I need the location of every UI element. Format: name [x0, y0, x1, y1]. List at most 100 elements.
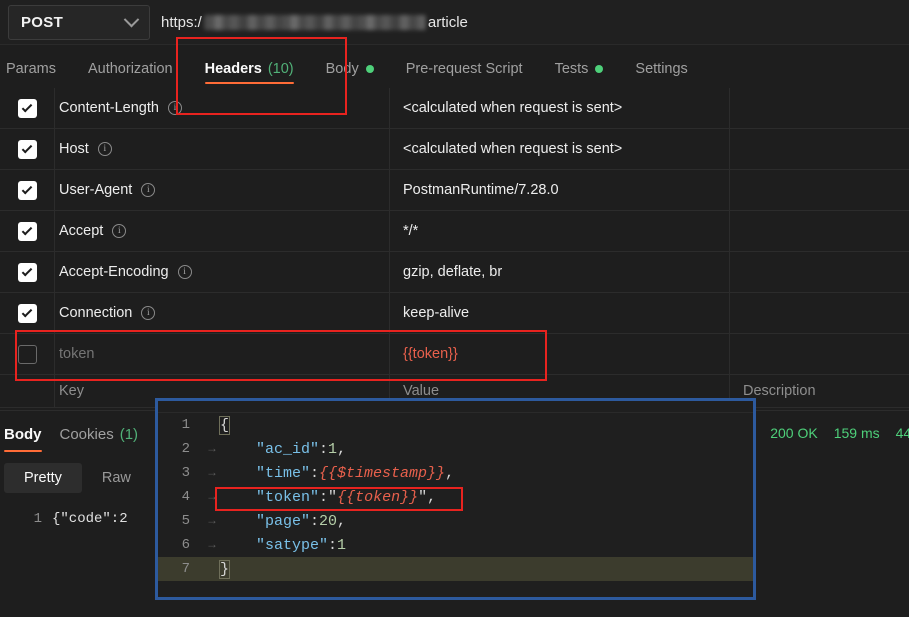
code-fold-marker[interactable]: →	[204, 490, 220, 504]
postman-window: POST https:/ article Params Authorizatio…	[0, 0, 909, 617]
response-tab-body[interactable]: Body	[4, 419, 56, 452]
checkbox-checked-icon[interactable]	[17, 262, 37, 282]
column-header-checkbox-spacer	[0, 374, 55, 408]
column-header-value-label: Value	[403, 383, 440, 399]
tab-authorization[interactable]: Authorization	[72, 45, 189, 92]
info-icon[interactable]: i	[167, 101, 182, 115]
response-tab-cookies[interactable]: Cookies (1)	[60, 419, 153, 449]
row-key-cell[interactable]: token	[55, 333, 390, 375]
tab-settings[interactable]: Settings	[619, 45, 703, 92]
overlay-top-bar	[158, 401, 753, 413]
code-line-text: "token":"{{token}}",	[220, 488, 437, 506]
table-row[interactable]: Connection i keep-alive	[0, 292, 909, 334]
code-line-number: 4	[181, 489, 190, 505]
view-mode-raw[interactable]: Raw	[82, 463, 151, 493]
code-fold-marker[interactable]: →	[204, 466, 220, 480]
http-method-label: POST	[21, 13, 64, 31]
body-modified-dot-icon	[365, 64, 374, 73]
http-method-selector[interactable]: POST	[8, 4, 150, 40]
view-mode-pretty-label: Pretty	[24, 470, 62, 486]
table-row[interactable]: Content-Length i <calculated when reques…	[0, 87, 909, 129]
checkbox-checked-icon[interactable]	[17, 221, 37, 241]
response-line-text: {"code":2	[52, 511, 128, 527]
code-line-text: "ac_id":1,	[220, 440, 347, 458]
header-value: gzip, deflate, br	[403, 264, 503, 280]
row-key-cell[interactable]: User-Agent i	[55, 169, 390, 211]
checkbox-checked-icon[interactable]	[17, 303, 37, 323]
tab-pre-request-script-label: Pre-request Script	[405, 60, 523, 77]
tab-headers[interactable]: Headers (10)	[189, 45, 310, 92]
tab-body[interactable]: Body	[310, 45, 390, 92]
response-tab-strip: Body Cookies (1)	[0, 419, 153, 452]
row-key-cell[interactable]: Accept-Encoding i	[55, 251, 390, 293]
row-checkbox-cell[interactable]	[0, 210, 55, 252]
code-line-token[interactable]: 4 → "token":"{{token}}",	[158, 485, 753, 509]
row-checkbox-cell[interactable]	[0, 333, 55, 375]
table-row[interactable]: Host i <calculated when request is sent>	[0, 128, 909, 170]
row-checkbox-cell[interactable]	[0, 169, 55, 211]
code-line[interactable]: 3 → "time":{{$timestamp}},	[158, 461, 753, 485]
row-description-cell[interactable]	[730, 170, 909, 211]
request-tab-strip: Params Authorization Headers (10) Body P…	[0, 45, 909, 92]
tab-tests[interactable]: Tests	[539, 45, 620, 92]
row-value-cell[interactable]: gzip, deflate, br	[390, 251, 730, 293]
row-value-cell[interactable]: */*	[390, 210, 730, 252]
request-body-code-overlay[interactable]: 1 { 2 → "ac_id":1, 3 → "time":{{$timesta…	[155, 398, 756, 600]
info-icon[interactable]: i	[177, 265, 192, 279]
row-key-cell[interactable]: Host i	[55, 128, 390, 170]
code-fold-marker[interactable]: →	[204, 442, 220, 456]
row-checkbox-cell[interactable]	[0, 128, 55, 170]
checkbox-checked-icon[interactable]	[17, 139, 37, 159]
row-description-cell[interactable]	[730, 129, 909, 170]
row-description-cell[interactable]	[730, 211, 909, 252]
header-value: keep-alive	[403, 305, 470, 321]
checkbox-unchecked-icon[interactable]	[17, 344, 37, 364]
row-checkbox-cell[interactable]	[0, 251, 55, 293]
row-description-cell[interactable]	[730, 252, 909, 293]
table-row-token[interactable]: token {{token}}	[0, 333, 909, 375]
row-description-cell[interactable]	[730, 88, 909, 129]
row-key-cell[interactable]: Accept i	[55, 210, 390, 252]
row-value-cell[interactable]: keep-alive	[390, 292, 730, 334]
row-description-cell[interactable]	[730, 293, 909, 334]
code-line[interactable]: 7 }	[158, 557, 753, 581]
row-checkbox-cell[interactable]	[0, 87, 55, 129]
url-bar: POST https:/ article	[0, 0, 909, 45]
info-icon[interactable]: i	[112, 224, 127, 238]
code-fold-marker[interactable]: →	[204, 514, 220, 528]
code-line[interactable]: 1 {	[158, 413, 753, 437]
table-row[interactable]: Accept-Encoding i gzip, deflate, br	[0, 251, 909, 293]
row-key-cell[interactable]: Content-Length i	[55, 87, 390, 129]
code-line-number: 3	[181, 465, 190, 481]
row-value-cell[interactable]: {{token}}	[390, 333, 730, 375]
tab-params[interactable]: Params	[0, 45, 72, 92]
row-checkbox-cell[interactable]	[0, 292, 55, 334]
row-value-cell[interactable]: <calculated when request is sent>	[390, 128, 730, 170]
url-input[interactable]: https:/ article	[161, 5, 909, 40]
code-line-number: 2	[181, 441, 190, 457]
info-icon[interactable]: i	[97, 142, 112, 156]
checkbox-checked-icon[interactable]	[17, 180, 37, 200]
row-key-cell[interactable]: Connection i	[55, 292, 390, 334]
row-value-cell[interactable]: <calculated when request is sent>	[390, 87, 730, 129]
view-mode-pretty[interactable]: Pretty	[4, 463, 82, 493]
response-tab-cookies-count: (1)	[119, 425, 139, 443]
code-line[interactable]: 2 → "ac_id":1,	[158, 437, 753, 461]
tab-settings-label: Settings	[635, 60, 688, 77]
info-icon[interactable]: i	[141, 306, 156, 320]
info-icon[interactable]: i	[141, 183, 156, 197]
code-fold-marker[interactable]: →	[204, 538, 220, 552]
row-description-cell[interactable]	[730, 334, 909, 375]
code-line[interactable]: 6 → "satype":1	[158, 533, 753, 557]
tab-headers-label: Headers	[204, 60, 262, 77]
table-row[interactable]: Accept i */*	[0, 210, 909, 252]
checkbox-checked-icon[interactable]	[17, 98, 37, 118]
url-prefix-text: https:/	[161, 13, 202, 31]
code-line[interactable]: 5 → "page":20,	[158, 509, 753, 533]
response-view-mode-group: Pretty Raw	[4, 463, 151, 493]
tab-params-label: Params	[6, 60, 56, 77]
response-line-number: 1	[33, 511, 42, 527]
row-value-cell[interactable]: PostmanRuntime/7.28.0	[390, 169, 730, 211]
table-row[interactable]: User-Agent i PostmanRuntime/7.28.0	[0, 169, 909, 211]
tab-pre-request-script[interactable]: Pre-request Script	[390, 45, 539, 92]
